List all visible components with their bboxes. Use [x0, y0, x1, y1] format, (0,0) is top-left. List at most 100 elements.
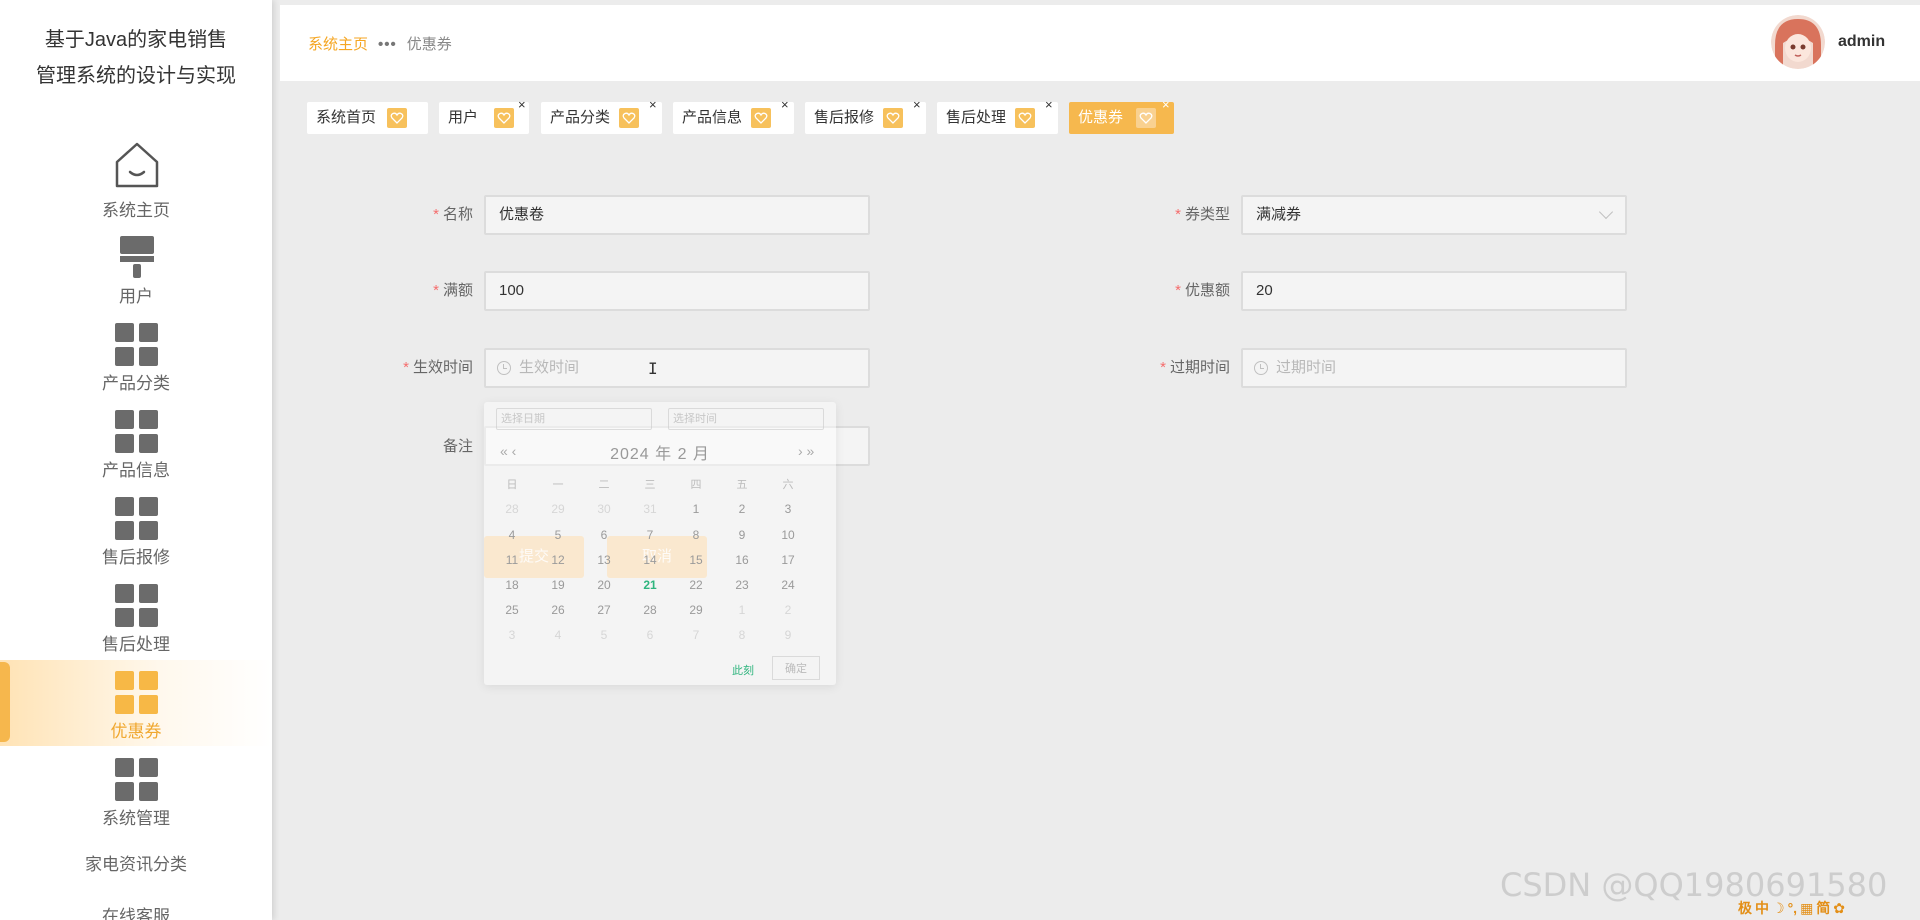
close-icon[interactable]: ×: [518, 98, 526, 112]
tab-user[interactable]: 用户 ×: [439, 98, 529, 134]
sidebar-item-label: 用户: [119, 287, 153, 306]
calendar-day[interactable]: 31: [635, 502, 665, 516]
ime-item[interactable]: ✿: [1833, 900, 1845, 916]
calendar-day[interactable]: 1: [727, 603, 757, 617]
calendar-day[interactable]: 5: [543, 528, 573, 542]
calendar-day[interactable]: 29: [681, 603, 711, 617]
sidebar-item-online-service[interactable]: 在线客服: [0, 902, 272, 920]
username[interactable]: admin: [1838, 33, 1885, 51]
calendar-day[interactable]: 15: [681, 553, 711, 567]
heart-icon: [751, 108, 771, 128]
calendar-day[interactable]: 6: [635, 628, 665, 642]
calendar-day[interactable]: 21: [635, 578, 665, 592]
close-icon[interactable]: ×: [781, 98, 789, 112]
calendar-day[interactable]: 20: [589, 578, 619, 592]
coupon-type-select[interactable]: 满减券: [1241, 195, 1627, 235]
calendar-day[interactable]: 9: [773, 628, 803, 642]
calendar-day[interactable]: 28: [635, 603, 665, 617]
calendar-day[interactable]: 27: [589, 603, 619, 617]
sidebar-item-product-info[interactable]: 产品信息: [0, 410, 272, 496]
avatar[interactable]: [1771, 15, 1825, 69]
house-icon: [115, 140, 159, 188]
calendar-day[interactable]: 7: [635, 528, 665, 542]
close-icon[interactable]: ×: [913, 98, 921, 112]
picker-date-input[interactable]: 选择日期: [496, 408, 652, 430]
end-time-input[interactable]: 过期时间: [1241, 348, 1627, 388]
heart-icon: [1136, 108, 1156, 128]
calendar-day[interactable]: 11: [497, 553, 527, 567]
tab-product-info[interactable]: 产品信息 ×: [673, 98, 794, 134]
end-time-label: * 过期时间: [1160, 359, 1230, 376]
breadcrumb-home[interactable]: 系统主页: [308, 36, 368, 53]
tab-home[interactable]: 系统首页: [307, 102, 428, 134]
discount-input[interactable]: 20: [1241, 271, 1627, 311]
calendar-day[interactable]: 29: [543, 502, 573, 516]
picker-time-input[interactable]: 选择时间: [668, 408, 824, 430]
tab-label: 产品分类: [550, 109, 611, 126]
calendar-day[interactable]: 9: [727, 528, 757, 542]
sidebar-item-system[interactable]: 系统管理: [0, 758, 272, 844]
calendar-day[interactable]: 22: [681, 578, 711, 592]
sidebar-item-news-category[interactable]: 家电资讯分类: [0, 850, 272, 875]
calendar-day[interactable]: 5: [589, 628, 619, 642]
sidebar-item-label: 售后报修: [102, 548, 170, 567]
calendar-day[interactable]: 18: [497, 578, 527, 592]
tab-service[interactable]: 售后处理 ×: [937, 98, 1058, 134]
sidebar-item-user[interactable]: 用户: [0, 236, 272, 322]
calendar-day[interactable]: 14: [635, 553, 665, 567]
sidebar-item-home[interactable]: 系统主页: [0, 140, 272, 226]
calendar-day[interactable]: 10: [773, 528, 803, 542]
calendar-day[interactable]: 19: [543, 578, 573, 592]
next-year-month-icon[interactable]: › »: [798, 443, 814, 459]
coupon-type-label: * 券类型: [1175, 206, 1230, 223]
tab-repair[interactable]: 售后报修 ×: [805, 98, 926, 134]
calendar-day[interactable]: 3: [497, 628, 527, 642]
sidebar-item-product-category[interactable]: 产品分类: [0, 323, 272, 409]
breadcrumb: 系统主页 ••• 优惠券: [308, 33, 452, 54]
calendar-day[interactable]: 25: [497, 603, 527, 617]
calendar-day[interactable]: 30: [589, 502, 619, 516]
ime-item[interactable]: ☽: [1772, 900, 1785, 916]
calendar-day[interactable]: 13: [589, 553, 619, 567]
threshold-input[interactable]: 100: [484, 271, 870, 311]
start-time-input[interactable]: 生效时间: [484, 348, 870, 388]
calendar-day[interactable]: 23: [727, 578, 757, 592]
calendar-day[interactable]: 2: [773, 603, 803, 617]
calendar-day[interactable]: 8: [727, 628, 757, 642]
weekday-label: 日: [506, 479, 518, 491]
calendar-day[interactable]: 16: [727, 553, 757, 567]
calendar-day[interactable]: 3: [773, 502, 803, 516]
now-button[interactable]: 此刻: [732, 662, 754, 678]
calendar-day[interactable]: 8: [681, 528, 711, 542]
sidebar-item-repair[interactable]: 售后报修: [0, 497, 272, 583]
ime-item[interactable]: 中: [1755, 900, 1769, 916]
calendar-day[interactable]: 24: [773, 578, 803, 592]
sidebar-item-coupon[interactable]: 优惠券: [0, 660, 272, 746]
calendar-day[interactable]: 12: [543, 553, 573, 567]
calendar-day[interactable]: 26: [543, 603, 573, 617]
calendar-day[interactable]: 4: [497, 528, 527, 542]
calendar-day[interactable]: 1: [681, 502, 711, 516]
ime-item[interactable]: 极: [1738, 900, 1752, 916]
calendar-day[interactable]: 7: [681, 628, 711, 642]
calendar-day[interactable]: 17: [773, 553, 803, 567]
confirm-button[interactable]: 确定: [772, 656, 820, 680]
ime-item[interactable]: 简: [1816, 900, 1830, 916]
tab-coupon[interactable]: 优惠券 ×: [1069, 98, 1174, 134]
calendar-day[interactable]: 28: [497, 502, 527, 516]
sidebar-item-service[interactable]: 售后处理: [0, 584, 272, 670]
ime-item[interactable]: ▦: [1800, 900, 1813, 916]
calendar-day[interactable]: 4: [543, 628, 573, 642]
close-icon[interactable]: ×: [649, 98, 657, 112]
ime-item[interactable]: °,: [1788, 900, 1798, 916]
sidebar-item-label: 系统主页: [102, 201, 170, 220]
tab-product-category[interactable]: 产品分类 ×: [541, 98, 662, 134]
prev-year-month-icon[interactable]: « ‹: [500, 443, 516, 459]
name-input[interactable]: 优惠卷: [484, 195, 870, 235]
threshold-label: * 满额: [433, 282, 473, 299]
calendar-day[interactable]: 6: [589, 528, 619, 542]
calendar-day[interactable]: 2: [727, 502, 757, 516]
close-icon[interactable]: ×: [1045, 98, 1053, 112]
close-icon[interactable]: ×: [1162, 98, 1170, 112]
heart-icon: [619, 108, 639, 128]
